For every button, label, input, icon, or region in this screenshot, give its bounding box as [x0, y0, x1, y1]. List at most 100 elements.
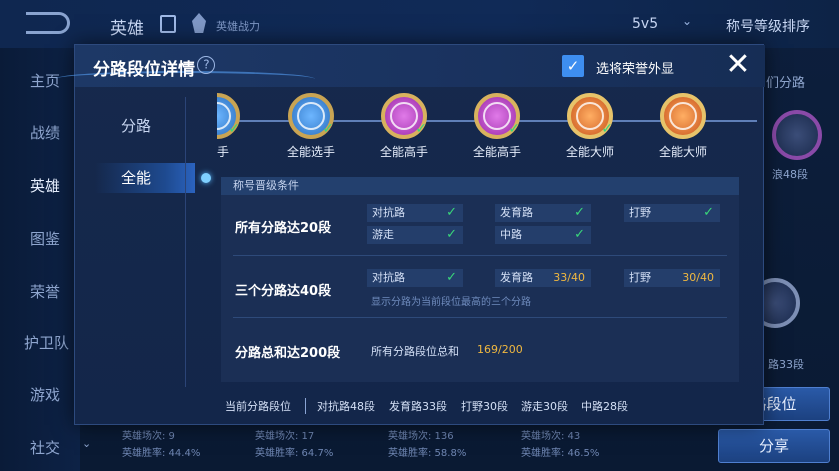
lane-chip: 对抗路 ✓ — [367, 269, 463, 287]
hero-winrate: 英雄胜率: 58.8% — [388, 448, 467, 459]
sidebar-item-record[interactable]: 战绩 — [0, 122, 80, 143]
hero-games: 英雄场次: 136 — [388, 431, 454, 442]
lane-rank-item: 发育路33段 — [389, 400, 447, 413]
lane-chip: 发育路 ✓ — [495, 204, 591, 222]
hero-games: 英雄场次: 17 — [255, 431, 315, 442]
bg-lane-label: 们分路 — [766, 76, 806, 91]
lane-rank-detail-modal: 分路段位详情 ? ✓ 选将荣誉外显 ✕ 分路 全能 ✓ 选手 ✓ 全能选手 — [55, 44, 765, 425]
sort-select[interactable]: 称号等级排序 — [726, 16, 810, 36]
lane-chip-label: 打野 — [629, 206, 651, 219]
hero-stat: 英雄场次: 43 英雄胜率: 46.5% — [521, 428, 651, 462]
lane-rank-item: 中路28段 — [581, 400, 628, 413]
lane-rank-item: 打野30段 — [461, 400, 508, 413]
tab-allround-label: 全能 — [121, 169, 152, 187]
lane-rank-item: 对抗路48段 — [317, 400, 375, 413]
lane-chip: 打野 ✓ — [624, 204, 720, 222]
medal-item[interactable]: ✓ 全能高手 — [374, 93, 434, 160]
medal-item[interactable]: ✓ 全能选手 — [281, 93, 341, 160]
medal-item[interactable]: ✓ 全能高手 — [467, 93, 527, 160]
lane-chip-label: 中路 — [500, 228, 522, 241]
sidebar — [0, 48, 80, 471]
divider — [305, 398, 306, 414]
tab-lane[interactable]: 分路 — [95, 111, 195, 141]
panel-heading: 称号晋级条件 — [221, 177, 739, 195]
chevron-down-icon[interactable]: ⌄ — [682, 14, 692, 28]
sum-progress: 169/200 — [477, 343, 523, 356]
close-icon[interactable]: ✕ — [723, 50, 753, 81]
lane-chip-label: 对抗路 — [372, 271, 405, 284]
tab-divider — [185, 97, 186, 387]
check-icon: ✓ — [322, 121, 334, 137]
medal-icon: ✓ — [567, 93, 613, 139]
mode-select[interactable]: 5v5 — [632, 16, 658, 32]
divider — [233, 317, 727, 318]
list-icon[interactable] — [160, 15, 176, 33]
condition-title: 分路总和达200段 — [235, 346, 341, 361]
sidebar-item-game[interactable]: 游戏 — [0, 384, 80, 405]
medal-icon: ✓ — [217, 93, 240, 139]
check-icon: ✓ — [228, 121, 240, 137]
check-icon: ✓ — [574, 205, 585, 220]
sidebar-item-social[interactable]: 社交 — [0, 437, 80, 458]
hero-winrate: 英雄胜率: 44.4% — [122, 448, 201, 459]
lane-chip-label: 发育路 — [500, 271, 533, 284]
condition-title: 所有分路达20段 — [235, 221, 332, 236]
modal-title: 分路段位详情 — [93, 60, 195, 80]
medal-name: 选手 — [217, 145, 229, 159]
current-lane-ranks: 当前分路段位 对抗路48段 发育路33段 打野30段 游走30段 中路28段 — [225, 398, 745, 416]
check-icon: ✓ — [601, 121, 613, 137]
hero-winrate: 英雄胜率: 64.7% — [255, 448, 334, 459]
lane-chip-label: 发育路 — [500, 206, 533, 219]
show-honor-label[interactable]: 选将荣誉外显 — [596, 58, 674, 77]
hero-stat: 英雄场次: 9 英雄胜率: 44.4% — [122, 428, 252, 462]
back-icon[interactable] — [26, 12, 70, 34]
hero-stat: 英雄场次: 17 英雄胜率: 64.7% — [255, 428, 385, 462]
check-icon: ✓ — [446, 227, 457, 242]
lane-chip-label: 打野 — [629, 271, 651, 284]
check-icon: ✓ — [415, 121, 427, 137]
medal-icon: ✓ — [474, 93, 520, 139]
sidebar-item-honor[interactable]: 荣誉 — [0, 281, 80, 302]
hero-stats-row: 英雄场次: 9 英雄胜率: 44.4% 英雄场次: 17 英雄胜率: 64.7%… — [110, 428, 710, 471]
condition-title: 三个分路达40段 — [235, 284, 332, 299]
hero-stat: 英雄场次: 136 英雄胜率: 58.8% — [388, 428, 518, 462]
divider — [233, 255, 727, 256]
lane-chip: 发育路 33/40 — [495, 269, 591, 287]
sidebar-item-hero[interactable]: 英雄 — [0, 175, 80, 196]
medal-name: 全能高手 — [379, 145, 428, 159]
medal-name: 全能大师 — [658, 145, 707, 159]
page-title: 英雄 — [110, 19, 144, 39]
lane-progress: 33/40 — [553, 271, 585, 284]
medal-item[interactable]: 全能大师 — [653, 93, 713, 160]
check-icon: ✓ — [446, 205, 457, 220]
share-button[interactable]: 分享 — [718, 429, 830, 463]
sidebar-item-gallery[interactable]: 图鉴 — [0, 228, 80, 249]
hero-games: 英雄场次: 9 — [122, 431, 175, 442]
lane-chip-label: 对抗路 — [372, 206, 405, 219]
medal-name: 全能选手 — [286, 145, 335, 159]
title-medal-strip[interactable]: ✓ 选手 ✓ 全能选手 ✓ 全能高手 ✓ 全能高手 — [217, 89, 757, 169]
check-icon: ✓ — [574, 227, 585, 242]
lane-chip-label: 游走 — [372, 228, 394, 241]
tab-allround[interactable]: 全能 — [95, 163, 211, 193]
lane-progress: 30/40 — [682, 271, 714, 284]
bg-lane-value: 路33段 — [768, 358, 804, 371]
current-ranks-label: 当前分路段位 — [225, 400, 291, 413]
power-label[interactable]: 英雄战力 — [216, 18, 260, 34]
show-honor-checkbox[interactable]: ✓ — [562, 55, 584, 77]
check-icon: ✓ — [446, 270, 457, 285]
medal-item[interactable]: ✓ 选手 — [217, 93, 247, 160]
lane-rank-item: 游走30段 — [521, 400, 568, 413]
chevron-down-icon[interactable]: ⌄ — [82, 437, 91, 450]
medal-icon — [660, 93, 706, 139]
sidebar-item-guard[interactable]: 护卫队 — [0, 332, 80, 353]
condition-note: 显示分路为当前段位最高的三个分路 — [371, 297, 531, 308]
medal-icon — [772, 110, 822, 160]
hero-games: 英雄场次: 43 — [521, 431, 581, 442]
sum-label: 所有分路段位总和 — [371, 345, 459, 358]
promotion-conditions-panel: 称号晋级条件 所有分路达20段 对抗路 ✓ 发育路 ✓ 打野 ✓ 游走 ✓ 中路… — [221, 177, 739, 382]
medal-item[interactable]: ✓ 全能大师 — [560, 93, 620, 160]
medal-name: 全能高手 — [472, 145, 521, 159]
check-icon: ✓ — [703, 205, 714, 220]
medal-icon: ✓ — [381, 93, 427, 139]
